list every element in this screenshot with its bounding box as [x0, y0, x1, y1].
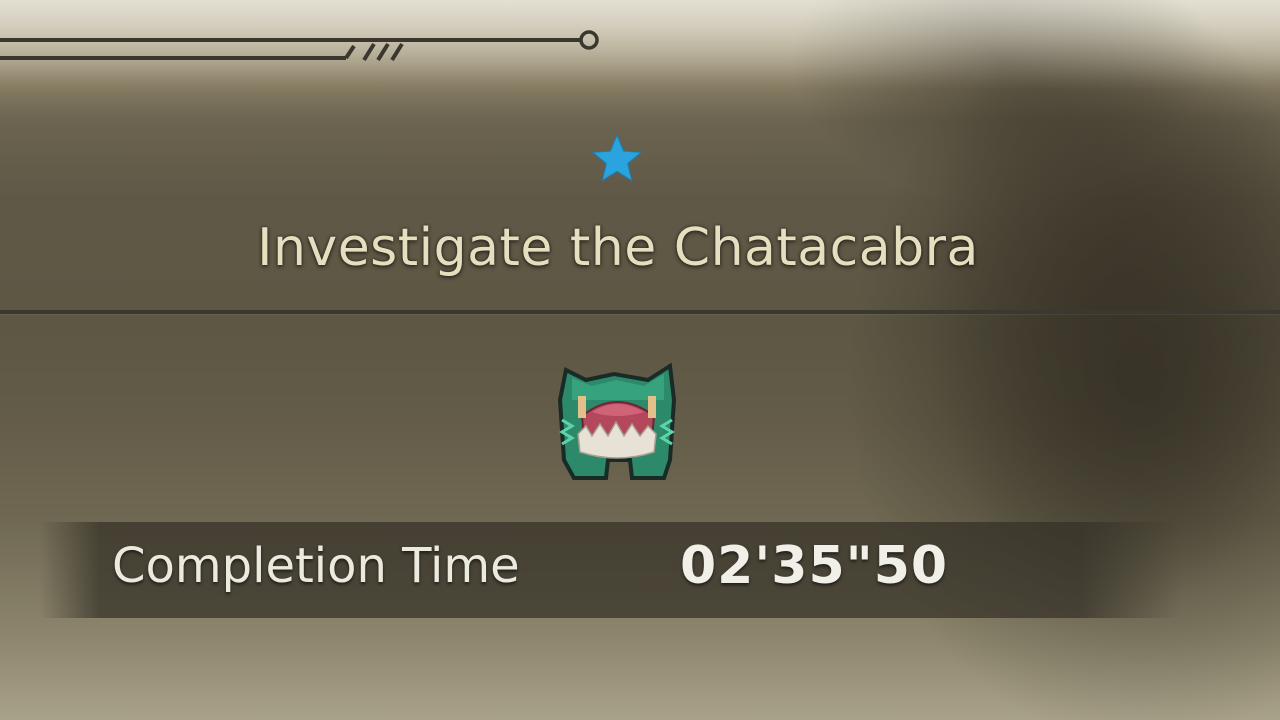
completion-time-label: Completion Time	[112, 538, 520, 594]
quest-complete-screen: Investigate the Chatacabra Completion Ti…	[0, 0, 1280, 720]
completion-time-value: 02'35"50	[680, 536, 949, 596]
chatacabra-monster-icon	[557, 362, 677, 480]
star-icon	[591, 133, 643, 182]
quest-title: Investigate the Chatacabra	[257, 218, 979, 278]
decorative-frame-line	[0, 30, 599, 62]
star-shape	[591, 133, 643, 182]
title-divider	[0, 310, 1280, 314]
